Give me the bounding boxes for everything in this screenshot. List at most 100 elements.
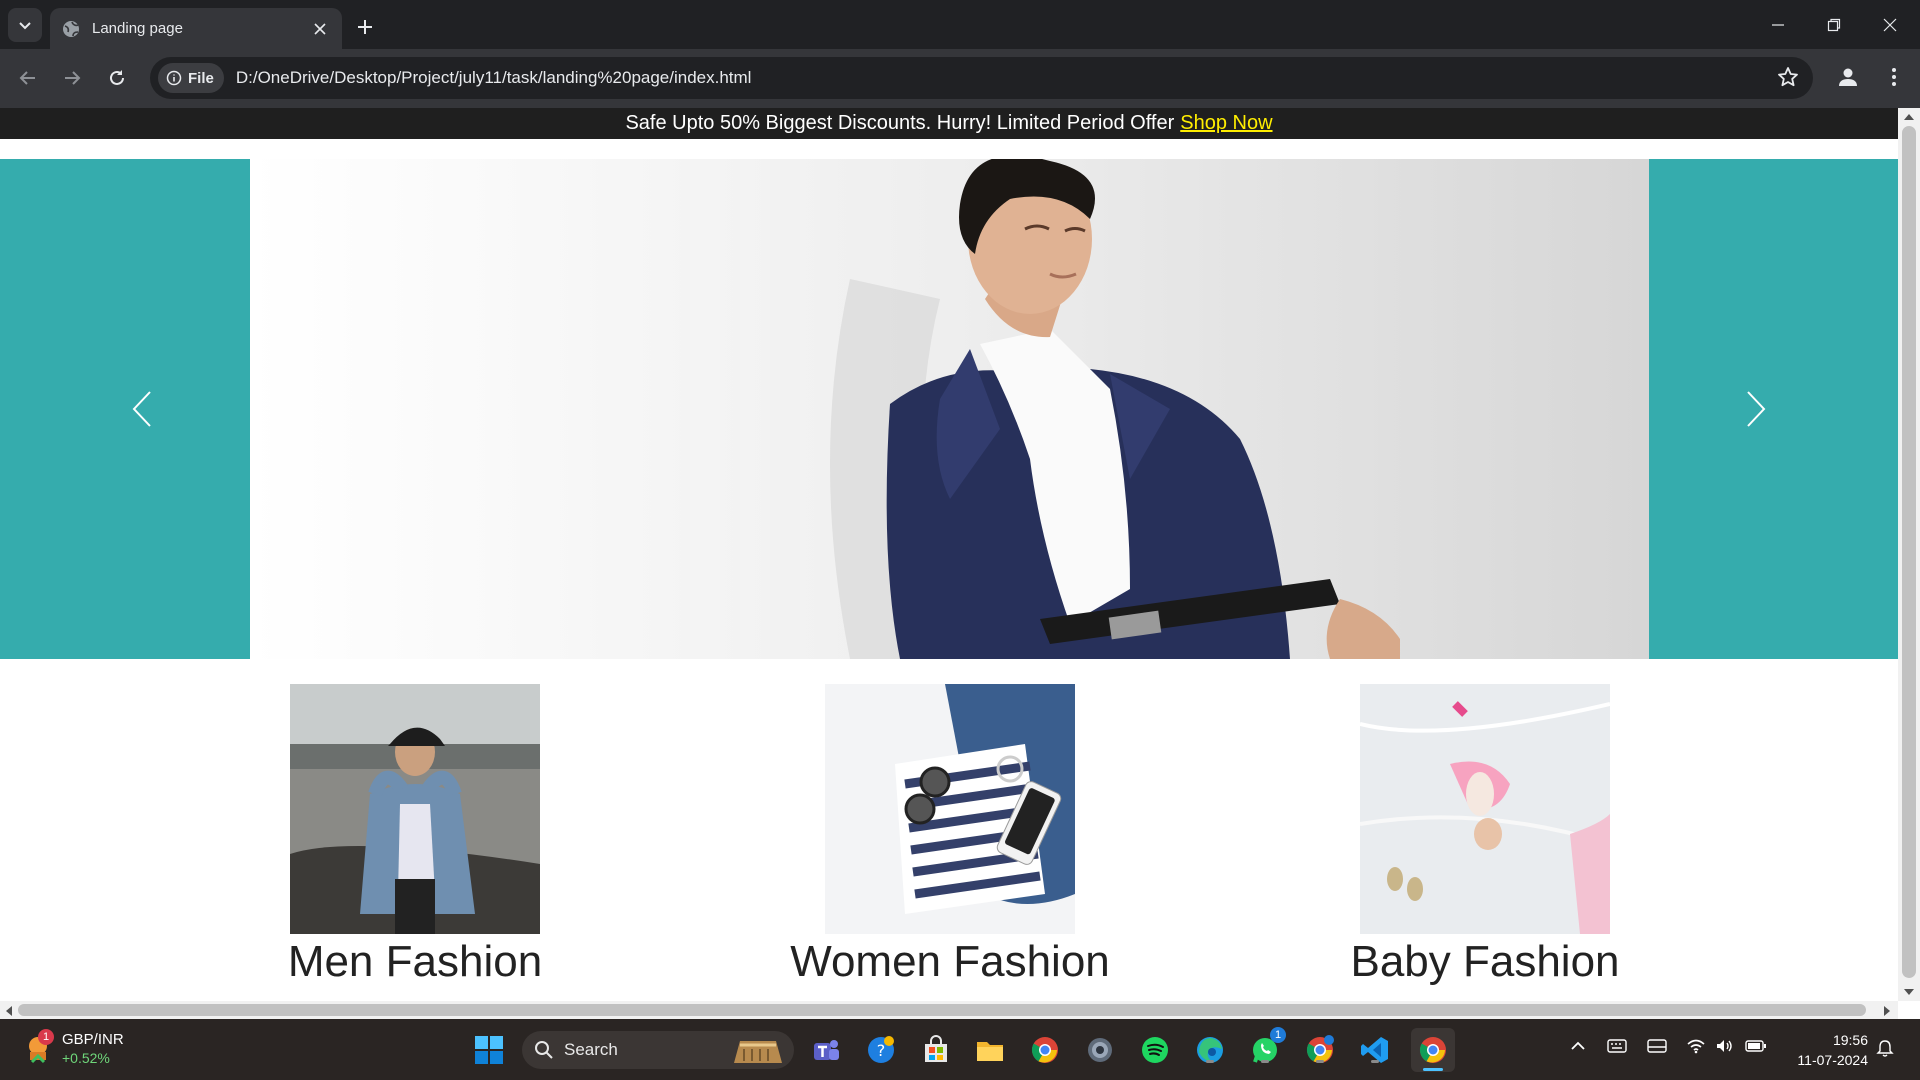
plus-icon [358,20,372,34]
url-text: D:/OneDrive/Desktop/Project/july11/task/… [235,68,752,87]
settings-gear-icon [1088,1038,1112,1062]
clock-date: 11-07-2024 [1797,1052,1868,1068]
ticker-change: +0.52% [62,1050,110,1066]
chevron-down-icon [19,22,31,30]
keyboard-icon[interactable] [1607,1038,1627,1054]
arrow-right-icon [65,71,81,85]
chrome-icon [1031,1037,1058,1063]
ticker-symbol: GBP/INR [62,1031,124,1048]
taskbar: 1 GBP/INR +0.52% Search ? 1 19:56 11-07-… [0,1019,1920,1080]
reload-icon [110,70,124,85]
touch-keyboard-icon[interactable] [1647,1038,1667,1054]
site-info-label: File [188,69,214,87]
forward-button[interactable] [54,60,90,96]
windows-start-icon [475,1036,503,1064]
close-icon [1883,18,1897,31]
taskbar-search[interactable]: Search [522,1031,794,1069]
running-indicator [1261,1060,1269,1063]
category-label: Men Fashion [287,937,543,986]
scroll-down-icon[interactable] [1903,987,1915,997]
stock-widget[interactable]: 1 GBP/INR +0.52% [24,1029,124,1067]
search-icon [535,1041,553,1059]
category-card-men[interactable]: Men Fashion [205,684,625,990]
browser-menu-button[interactable] [1876,59,1912,95]
start-button[interactable] [470,1031,508,1069]
horizontal-scrollbar-thumb[interactable] [18,1004,1866,1016]
notification-bell-icon[interactable] [1876,1039,1894,1057]
category-card-baby[interactable]: Baby Fashion [1275,684,1695,990]
whatsapp-badge: 1 [1270,1027,1286,1043]
globe-icon [63,20,79,37]
taskbar-store[interactable] [917,1031,955,1069]
running-indicator [1316,1060,1324,1063]
category-label: Baby Fashion [1350,937,1620,986]
scroll-left-icon[interactable] [4,1005,14,1017]
taskbar-chrome[interactable] [1026,1031,1064,1069]
search-highlight-icon [734,1041,782,1063]
get-help-icon: ? [868,1036,894,1063]
microsoft-store-icon [925,1035,947,1062]
taskbar-teams[interactable] [807,1031,845,1069]
chevron-left-icon [132,391,151,427]
taskbar-whatsapp[interactable]: 1 [1246,1027,1286,1069]
promo-text: Safe Upto 50% Biggest Discounts. Hurry! … [625,112,1175,134]
volume-icon[interactable] [1715,1038,1733,1054]
carousel-prev-button[interactable] [122,384,162,434]
browser-tab[interactable]: Landing page [50,8,342,49]
chevron-right-icon [1747,391,1766,427]
address-bar[interactable]: File D:/OneDrive/Desktop/Project/july11/… [150,57,1813,99]
man-in-suit-photo [250,159,1649,659]
widget-badge: 1 [38,1029,54,1045]
taskbar-spotify[interactable] [1136,1031,1174,1069]
back-button[interactable] [10,60,46,96]
restore-icon [1827,18,1841,31]
minimize-button[interactable] [1750,0,1806,49]
folder-icon [977,1042,1003,1061]
category-card-women[interactable]: Women Fashion [740,684,1160,990]
hero-slide-image [250,159,1649,659]
show-hidden-icons-icon[interactable] [1570,1038,1586,1054]
women-fashion-image [825,684,1075,934]
carousel-next-button[interactable] [1736,384,1776,434]
account-icon [1839,68,1857,86]
minimize-icon [1772,23,1784,26]
baby-fashion-image [1360,684,1610,934]
promo-banner: Safe Upto 50% Biggest Discounts. Hurry! … [0,108,1898,139]
close-window-button[interactable] [1862,0,1918,49]
taskbar-edge[interactable] [1191,1031,1229,1069]
wifi-icon[interactable] [1687,1038,1705,1054]
taskbar-chrome-active[interactable] [1411,1028,1455,1072]
vertical-scrollbar-thumb[interactable] [1902,126,1916,978]
taskbar-file-explorer[interactable] [971,1031,1009,1069]
restore-button[interactable] [1806,0,1862,49]
info-icon [166,70,182,86]
clock-time: 19:56 [1832,1032,1868,1048]
browser-toolbar: File D:/OneDrive/Desktop/Project/july11/… [0,49,1920,108]
category-grid: Men Fashion Women Fashion Baby Fashion [0,684,1898,1004]
category-label: Women Fashion [790,937,1110,986]
site-info-chip[interactable]: File [158,63,224,93]
more-vertical-icon [1892,68,1896,86]
profile-button[interactable] [1830,59,1866,95]
scroll-up-icon[interactable] [1903,112,1915,122]
running-indicator [1206,1060,1214,1063]
taskbar-help[interactable]: ? [862,1031,900,1069]
running-indicator [1371,1060,1379,1063]
men-fashion-image [290,684,540,934]
hero-carousel [0,159,1898,659]
search-label: Search [564,1040,618,1059]
svg-text:?: ? [877,1041,886,1060]
chrome-icon [1419,1037,1446,1063]
new-tab-button[interactable] [350,12,380,42]
close-tab-icon[interactable] [310,19,330,39]
taskbar-chrome-profile[interactable] [1301,1031,1339,1069]
reload-button[interactable] [99,60,135,96]
bookmark-star-icon[interactable] [1777,66,1799,88]
scroll-right-icon[interactable] [1882,1005,1892,1017]
tab-search-button[interactable] [8,8,42,42]
taskbar-vscode[interactable] [1356,1031,1394,1069]
shop-now-link[interactable]: Shop Now [1180,112,1272,135]
taskbar-settings[interactable] [1081,1031,1119,1069]
battery-icon[interactable] [1745,1038,1767,1054]
system-clock[interactable]: 19:56 11-07-2024 [1780,1030,1868,1070]
